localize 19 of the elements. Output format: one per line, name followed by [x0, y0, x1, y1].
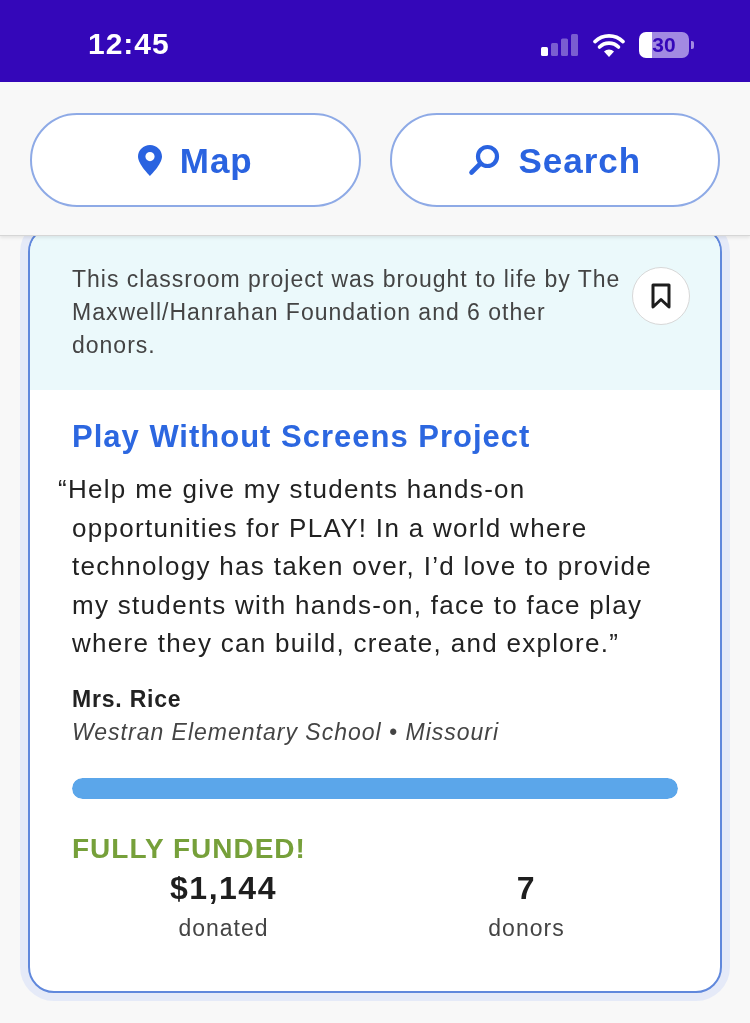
school-location: Westran Elementary School • Missouri — [72, 717, 501, 747]
status-time: 12:45 — [88, 27, 170, 61]
teacher-name: Mrs. Rice — [72, 684, 183, 714]
project-title[interactable]: Play Without Screens Project — [72, 418, 678, 456]
map-button[interactable]: Map — [30, 113, 361, 207]
project-quote: “Help me give my students hands-on opportunities for PLAY! In a world where technology has taken over, I’d love to provide my students with hands-on, face to face play where they can build, create, and explore.” — [58, 473, 654, 660]
stat-label: donated — [178, 913, 269, 943]
location-pin-icon — [137, 144, 162, 176]
signal-icon — [541, 34, 579, 56]
search-button[interactable]: Search — [389, 113, 720, 207]
funding-message: This classroom project was brought to life by The Maxwell/Hanrahan Foundation and 6 other donors. — [72, 265, 622, 360]
stat-value: $1,144 — [170, 868, 277, 907]
search-icon — [468, 144, 501, 176]
stat-value: 7 — [516, 868, 537, 907]
wifi-icon — [593, 33, 625, 57]
battery-indicator: 30 — [639, 32, 694, 58]
stat-label: donors — [488, 913, 565, 943]
bookmark-icon — [651, 283, 671, 309]
funding-status: FULLY FUNDED! — [72, 832, 307, 865]
